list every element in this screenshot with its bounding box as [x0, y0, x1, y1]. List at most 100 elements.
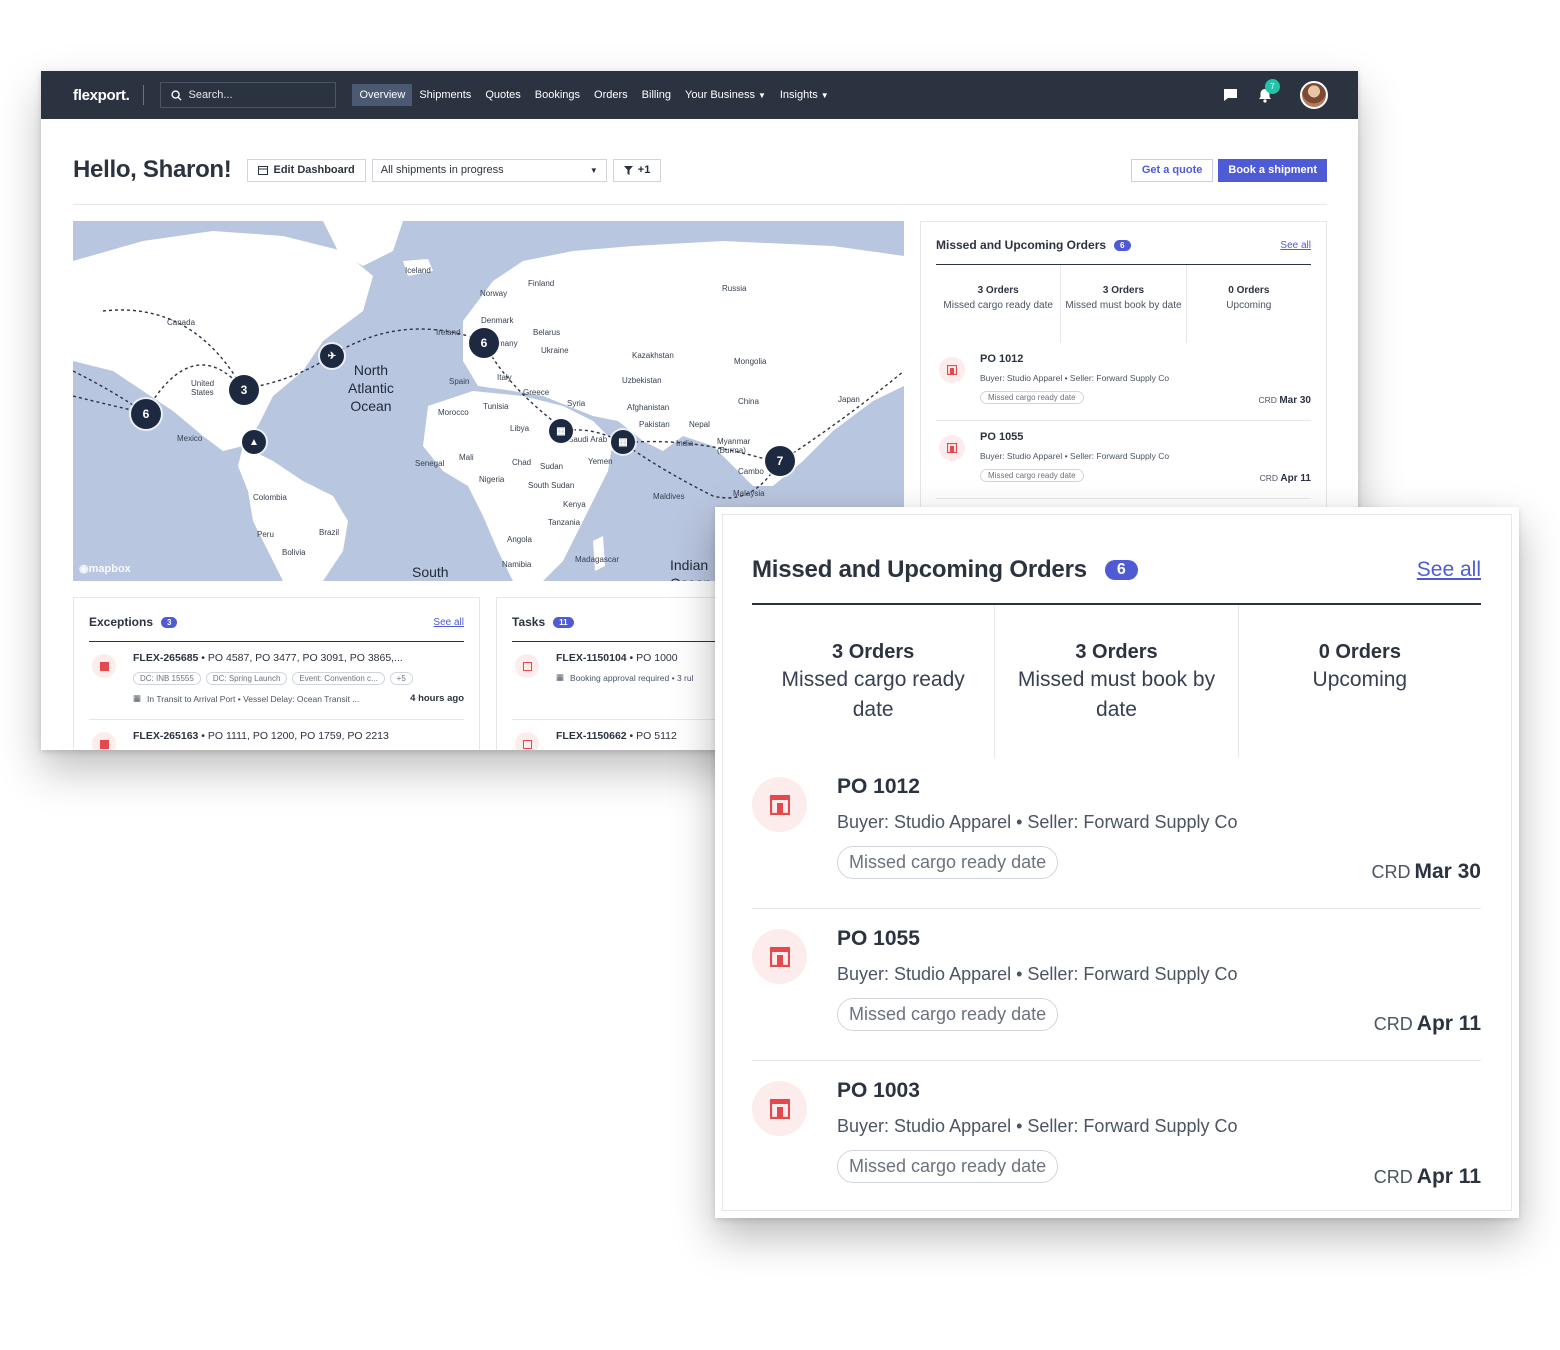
nav-insights[interactable]: Insights ▼	[773, 84, 836, 106]
nav-bookings[interactable]: Bookings	[528, 84, 587, 106]
tasks-title: Tasks	[512, 615, 546, 629]
map-label-ireland: Ireland	[436, 328, 461, 337]
order-parties: Buyer: Studio Apparel • Seller: Forward …	[837, 1116, 1238, 1136]
user-avatar[interactable]	[1300, 81, 1328, 109]
exception-chips: DC: INB 15555 DC: Spring Launch Event: C…	[133, 672, 464, 685]
warehouse-marker-icon[interactable]: ▦	[549, 419, 573, 443]
status-text: Booking approval required • 3 rul	[570, 672, 694, 683]
chevron-down-icon: ▼	[589, 165, 598, 175]
crd-label: CRD	[1373, 1167, 1413, 1187]
tasks-header: Tasks 11	[512, 615, 741, 629]
exceptions-see-all-link[interactable]: See all	[433, 617, 464, 628]
order-po: PO 1012	[837, 775, 920, 798]
crd-date: Apr 11	[1416, 1165, 1481, 1188]
order-po: PO 1003	[837, 1079, 920, 1102]
nav-orders[interactable]: Orders	[587, 84, 635, 106]
map-cluster-us-west[interactable]: 6	[131, 399, 161, 429]
map-label-spain: Spain	[449, 377, 470, 386]
crd-label: CRD	[1371, 862, 1411, 882]
stat-missed-must-book[interactable]: 3 Orders Missed must book by date	[995, 605, 1239, 757]
nav-your-business[interactable]: Your Business ▼	[678, 84, 773, 106]
edit-dashboard-button[interactable]: Edit Dashboard	[247, 158, 366, 182]
stat-number: 3 Orders	[1102, 285, 1145, 296]
map-label-germany: many	[498, 339, 518, 348]
header-divider	[73, 204, 1327, 205]
map-label-finland: Finland	[528, 279, 555, 288]
task-icon	[515, 654, 539, 678]
stat-upcoming[interactable]: 0 Orders Upcoming	[1187, 265, 1311, 343]
map-label-mexico: Mexico	[177, 434, 203, 443]
chat-icon[interactable]	[1223, 88, 1238, 102]
map-label-china: China	[738, 397, 759, 406]
order-status-tag: Missed cargo ready date	[980, 469, 1084, 482]
map-label-uzbekistan: Uzbekistan	[622, 376, 662, 385]
exception-time: 4 hours ago	[410, 693, 464, 704]
order-list-item[interactable]: PO 1012 Buyer: Studio Apparel • Seller: …	[936, 343, 1311, 421]
stat-label: Missed must book by date	[1017, 668, 1216, 721]
map-label-mali: Mali	[459, 453, 474, 462]
get-quote-button[interactable]: Get a quote	[1130, 158, 1214, 182]
exceptions-count-badge: 3	[161, 616, 178, 628]
nav-overview[interactable]: Overview	[352, 84, 413, 106]
book-shipment-button[interactable]: Book a shipment	[1218, 158, 1327, 182]
flexport-logo[interactable]: flexport.	[73, 87, 130, 104]
crd-date: Mar 30	[1414, 860, 1481, 883]
order-icon	[752, 929, 807, 984]
order-icon	[752, 777, 807, 832]
map-label-united-states: United States	[191, 379, 215, 397]
orders-see-all-link[interactable]: See all	[1417, 558, 1481, 582]
bell-icon[interactable]: 7	[1258, 78, 1280, 103]
orders-see-all-link[interactable]: See all	[1280, 240, 1311, 251]
search-input[interactable]: Search...	[160, 82, 337, 108]
order-list-item[interactable]: PO 1055 Buyer: Studio Apparel • Seller: …	[936, 421, 1311, 499]
cluster-count: 7	[776, 454, 784, 468]
factory-marker-icon[interactable]: ▦	[611, 430, 635, 454]
map-label-brazil: Brazil	[319, 528, 340, 537]
nav-shipments[interactable]: Shipments	[412, 84, 478, 106]
filter-button[interactable]: +1	[612, 158, 662, 182]
order-parties: Buyer: Studio Apparel • Seller: Forward …	[980, 451, 1170, 461]
map-cluster-europe[interactable]: 6	[469, 328, 499, 358]
shipment-id: FLEX-265163	[133, 730, 199, 742]
stat-missed-cargo-ready[interactable]: 3 Orders Missed cargo ready date	[936, 265, 1062, 343]
exception-row[interactable]: FLEX-265685 • PO 4587, PO 3477, PO 3091,…	[89, 642, 464, 720]
task-row[interactable]: FLEX-1150104 • PO 1000 ▦ Booking approva…	[512, 642, 741, 720]
chevron-down-icon: ▼	[820, 91, 829, 100]
ship-icon: ▦	[133, 693, 142, 703]
po-list: • PO 1111, PO 1200, PO 1759, PO 2213	[198, 730, 389, 742]
cluster-count: 6	[142, 407, 150, 421]
map-label-namibia: Namibia	[502, 560, 532, 569]
nav-quotes[interactable]: Quotes	[478, 84, 527, 106]
map-label-iceland: Iceland	[405, 266, 431, 275]
orders-list: PO 1012 Buyer: Studio Apparel • Seller: …	[752, 757, 1481, 1213]
cluster-count: 3	[240, 383, 248, 397]
orders-title: Missed and Upcoming Orders	[752, 556, 1087, 583]
map-cluster-asia[interactable]: 7	[765, 446, 795, 476]
map-label-madagascar: Madagascar	[575, 555, 620, 564]
order-list-item[interactable]: PO 1003 Buyer: Studio Apparel • Seller: …	[752, 1061, 1481, 1213]
map-label-russia: Russia	[722, 284, 747, 293]
mapbox-attribution[interactable]: ◉mapbox	[79, 562, 131, 575]
map-label-belarus: Belarus	[533, 328, 561, 337]
stat-label: Missed cargo ready date	[943, 300, 1053, 311]
shipment-filter-select[interactable]: All shipments in progress ▼	[371, 158, 607, 182]
stat-missed-must-book[interactable]: 3 Orders Missed must book by date	[1061, 265, 1187, 343]
order-list-item[interactable]: PO 1055 Buyer: Studio Apparel • Seller: …	[752, 909, 1481, 1061]
stat-label: Upcoming	[1226, 300, 1272, 311]
ship-marker-icon[interactable]: ▲	[242, 430, 266, 454]
exception-row[interactable]: FLEX-265163 • PO 1111, PO 1200, PO 1759,…	[89, 720, 464, 750]
stat-missed-cargo-ready[interactable]: 3 Orders Missed cargo ready date	[752, 605, 996, 757]
search-icon	[171, 89, 183, 101]
nav-billing[interactable]: Billing	[635, 84, 678, 106]
map-cluster-us-east[interactable]: 3	[229, 375, 259, 405]
airplane-marker-icon[interactable]: ✈	[320, 344, 344, 368]
task-title: FLEX-1150104 • PO 1000	[556, 652, 741, 664]
exception-flag-icon	[92, 654, 116, 678]
nav-insights-label: Insights	[779, 89, 818, 101]
order-list-item[interactable]: PO 1012 Buyer: Studio Apparel • Seller: …	[752, 757, 1481, 909]
task-row[interactable]: FLEX-1150662 • PO 5112	[512, 720, 741, 750]
task-status: ▦ Booking approval required • 3 rul	[556, 672, 741, 683]
topbar-actions: 7	[1203, 71, 1328, 119]
stat-upcoming[interactable]: 0 Orders Upcoming	[1239, 605, 1481, 757]
order-crd: CRD Apr 11	[1260, 473, 1311, 484]
